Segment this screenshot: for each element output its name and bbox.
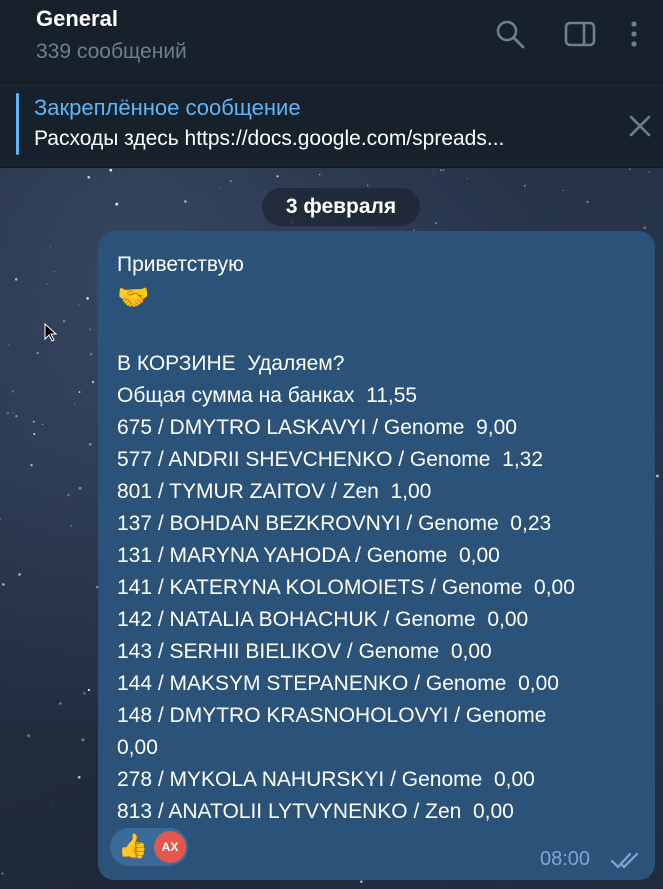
more-vertical-icon[interactable]	[624, 18, 644, 50]
message-body: В КОРЗИНЕ Удаляем? Общая сумма на банках…	[117, 352, 575, 823]
chat-title[interactable]: General	[36, 6, 118, 32]
member-count: 339 сообщений	[36, 40, 187, 63]
chat-header: General 339 сообщений	[0, 0, 663, 83]
handshake-emoji: 🤝	[117, 282, 150, 312]
double-check-icon	[610, 851, 642, 874]
reaction-user-avatar: AX	[154, 831, 186, 863]
reaction-chip[interactable]: 👍 AX	[110, 828, 188, 866]
thumbs-up-reaction[interactable]: 👍	[118, 832, 148, 862]
date-separator: 3 февраля	[262, 188, 420, 226]
pinned-title: Закреплённое сообщение	[34, 95, 301, 120]
message-bubble[interactable]: Приветствую 🤝 В КОРЗИНЕ Удаляем? Общая су…	[98, 231, 655, 880]
pinned-text: Расходы здесь https://docs.google.com/sp…	[34, 127, 505, 150]
pinned-message-bar[interactable]: Закреплённое сообщение Расходы здесь htt…	[0, 83, 663, 168]
sidebar-toggle-icon[interactable]	[564, 18, 596, 50]
cursor-icon	[44, 322, 58, 348]
message-time: 08:00	[540, 848, 591, 870]
close-icon[interactable]	[626, 112, 654, 140]
search-icon[interactable]	[494, 18, 526, 50]
pinned-accent-bar	[16, 93, 19, 155]
message-greeting: Приветствую	[117, 253, 244, 276]
message-text: Приветствую 🤝 В КОРЗИНЕ Удаляем? Общая су…	[117, 249, 647, 828]
